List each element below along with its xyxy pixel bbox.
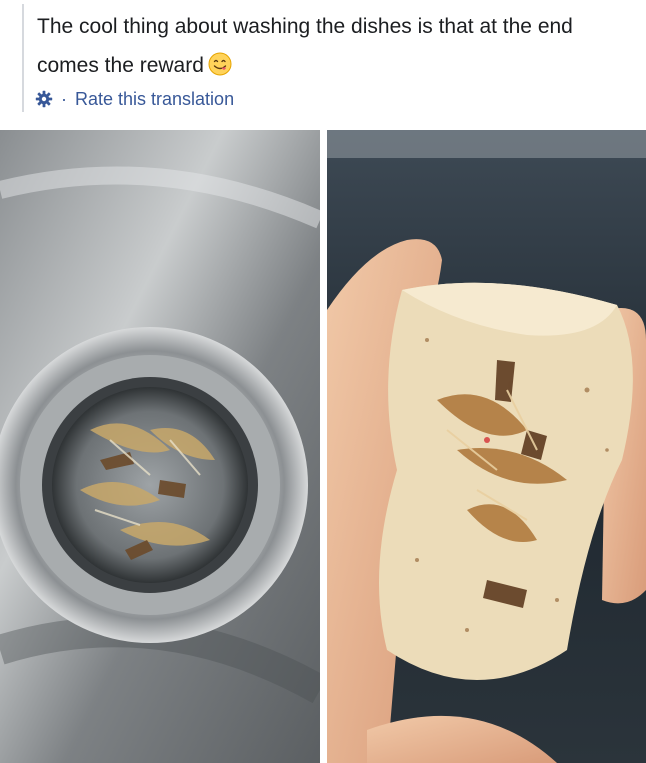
rate-translation-link[interactable]: · Rate this translation [35, 86, 234, 112]
post-container: The cool thing about washing the dishes … [0, 0, 646, 763]
rate-translation-label[interactable]: Rate this translation [75, 89, 234, 110]
tortilla-reward-photo[interactable] [327, 130, 646, 763]
post-text-content: The cool thing about washing the dishes … [37, 15, 573, 77]
gear-icon [35, 90, 53, 108]
post-text: The cool thing about washing the dishes … [37, 7, 627, 85]
post-photo-grid [0, 130, 646, 763]
quote-bar [22, 4, 24, 112]
yum-face-emoji-icon [208, 50, 232, 76]
sink-drain-photo[interactable] [0, 130, 320, 763]
separator-dot: · [61, 88, 67, 109]
